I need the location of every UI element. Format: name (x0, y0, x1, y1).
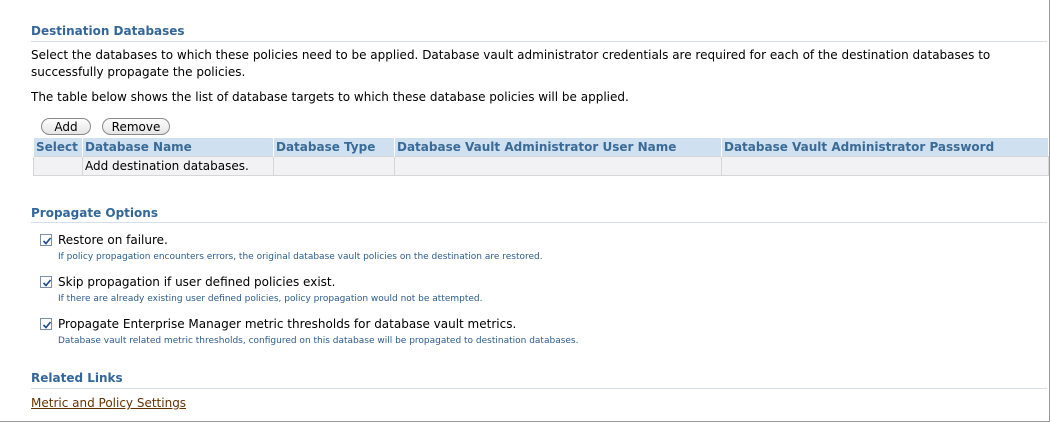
cell-admin-user-name (394, 156, 722, 176)
intro-text-line2: successfully propagate the policies. (31, 65, 246, 79)
checkbox-checked-icon (42, 321, 52, 329)
table-row: Add destination databases. (33, 156, 1049, 176)
propagate-thresholds-checkbox[interactable] (40, 318, 52, 330)
section-divider (31, 222, 1047, 223)
add-button[interactable]: Add (41, 118, 91, 135)
intro-text-line1: Select the databases to which these poli… (31, 48, 991, 62)
table-note: The table below shows the list of databa… (31, 90, 629, 104)
skip-propagation-label: Skip propagation if user defined policie… (58, 275, 336, 289)
checkbox-checked-icon (42, 237, 52, 245)
destination-databases-heading: Destination Databases (31, 24, 185, 38)
skip-propagation-description: If there are already existing user defin… (58, 294, 483, 304)
column-header-admin-user-name[interactable]: Database Vault Administrator User Name (394, 138, 722, 157)
related-links-heading: Related Links (31, 371, 123, 385)
section-divider (31, 388, 1047, 389)
checkbox-checked-icon (42, 279, 52, 287)
column-header-select[interactable]: Select (33, 138, 83, 157)
column-header-database-type[interactable]: Database Type (273, 138, 395, 157)
cell-select (33, 156, 83, 176)
cell-empty-message: Add destination databases. (82, 156, 274, 176)
metric-and-policy-settings-link[interactable]: Metric and Policy Settings (31, 396, 186, 410)
propagate-thresholds-description: Database vault related metric thresholds… (58, 336, 579, 346)
cell-admin-password (721, 156, 1049, 176)
propagate-thresholds-label: Propagate Enterprise Manager metric thre… (58, 317, 517, 331)
restore-on-failure-label: Restore on failure. (58, 233, 168, 247)
destination-databases-table: Select Database Name Database Type Datab… (33, 138, 1049, 176)
restore-on-failure-description: If policy propagation encounters errors,… (58, 252, 543, 262)
cell-database-type (273, 156, 395, 176)
column-header-admin-password[interactable]: Database Vault Administrator Password (721, 138, 1048, 157)
column-header-database-name[interactable]: Database Name (82, 138, 274, 157)
skip-propagation-checkbox[interactable] (40, 276, 52, 288)
table-header-row: Select Database Name Database Type Datab… (33, 138, 1048, 157)
restore-on-failure-checkbox[interactable] (40, 234, 52, 246)
propagate-options-heading: Propagate Options (31, 206, 158, 220)
section-divider (31, 41, 1047, 42)
remove-button[interactable]: Remove (102, 118, 170, 135)
